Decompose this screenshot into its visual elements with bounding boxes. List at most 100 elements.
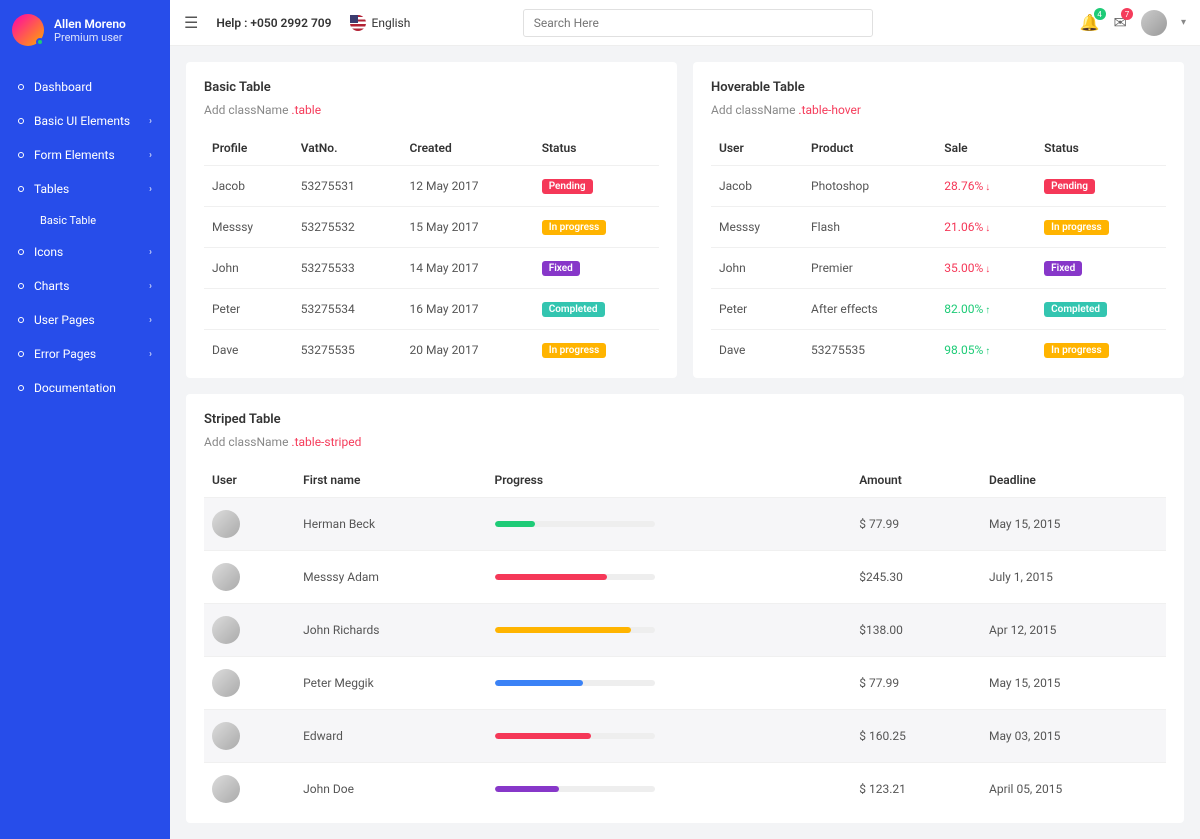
progress-bar: [495, 680, 655, 686]
nav-item-documentation[interactable]: Documentation: [0, 371, 170, 405]
card-title: Basic Table: [204, 80, 659, 95]
arrow-up-icon: ↑: [985, 346, 990, 357]
nav-item-form-elements[interactable]: Form Elements ›: [0, 138, 170, 172]
search-input[interactable]: [523, 9, 873, 37]
circle-icon: [18, 283, 24, 289]
status-badge: Fixed: [542, 261, 580, 276]
status-badge: In progress: [1044, 343, 1109, 358]
bell-icon[interactable]: 🔔4: [1080, 13, 1100, 32]
table-row[interactable]: JacobPhotoshop28.76%↓Pending: [711, 166, 1166, 207]
nav-label: User Pages: [34, 313, 95, 327]
help-text: Help : +050 2992 709: [216, 16, 331, 30]
card-subtitle: Add className .table: [204, 103, 659, 117]
nav-item-basic-ui-elements[interactable]: Basic UI Elements›: [0, 104, 170, 138]
mail-icon[interactable]: ✉7: [1114, 13, 1127, 32]
sidebar: Allen Moreno Premium user Dashboard Basic…: [0, 0, 170, 839]
status-badge: In progress: [542, 343, 607, 358]
col-header: Status: [534, 131, 659, 166]
user-avatar: [212, 669, 240, 697]
mail-badge: 7: [1121, 8, 1133, 20]
nav-item-tables[interactable]: Tables›: [0, 172, 170, 206]
circle-icon: [18, 385, 24, 391]
card-title: Striped Table: [204, 412, 1166, 427]
search-box: [523, 9, 873, 37]
table-row[interactable]: MesssyFlash21.06%↓In progress: [711, 207, 1166, 248]
profile-role: Premium user: [54, 31, 126, 44]
status-badge: Completed: [1044, 302, 1107, 317]
col-header: Product: [803, 131, 936, 166]
table-row[interactable]: JohnPremier35.00%↓Fixed: [711, 248, 1166, 289]
progress-bar: [495, 786, 655, 792]
card-subtitle: Add className .table-striped: [204, 435, 1166, 449]
user-avatar: [212, 563, 240, 591]
arrow-down-icon: ↓: [985, 182, 990, 193]
user-avatar: [212, 722, 240, 750]
table-row: Peter5327553416 May 2017Completed: [204, 289, 659, 330]
table-row: John Doe$ 123.21April 05, 2015: [204, 763, 1166, 816]
user-avatar: [212, 510, 240, 538]
sale-value: 98.05%↑: [944, 343, 990, 357]
flag-icon: [350, 15, 366, 31]
table-row: Dave5327553520 May 2017In progress: [204, 330, 659, 371]
table-row: John5327553314 May 2017Fixed: [204, 248, 659, 289]
chevron-right-icon: ›: [149, 349, 152, 360]
chevron-down-icon[interactable]: ▾: [1181, 17, 1186, 28]
sale-value: 35.00%↓: [944, 261, 990, 275]
nav-label: Charts: [34, 279, 69, 293]
avatar: [12, 14, 44, 46]
table-row[interactable]: PeterAfter effects82.00%↑Completed: [711, 289, 1166, 330]
status-dot-icon: [36, 38, 44, 46]
progress-bar: [495, 521, 655, 527]
chevron-right-icon: ›: [149, 150, 152, 161]
striped-table: UserFirst nameProgressAmountDeadline Her…: [204, 463, 1166, 815]
table-row: John Richards$138.00Apr 12, 2015: [204, 604, 1166, 657]
status-badge: In progress: [542, 220, 607, 235]
chevron-right-icon: ›: [149, 315, 152, 326]
user-avatar: [212, 616, 240, 644]
bell-badge: 4: [1094, 8, 1106, 20]
nav-item-user-pages[interactable]: User Pages ›: [0, 303, 170, 337]
chevron-right-icon: ›: [149, 116, 152, 127]
progress-bar: [495, 733, 655, 739]
nav: DashboardBasic UI Elements›Form Elements…: [0, 60, 170, 415]
striped-table-card: Striped Table Add className .table-strip…: [186, 394, 1184, 823]
col-header: Status: [1036, 131, 1166, 166]
basic-table: ProfileVatNo.CreatedStatus Jacob53275531…: [204, 131, 659, 370]
nav-label: Dashboard: [34, 80, 92, 94]
nav-item-icons[interactable]: Icons›: [0, 235, 170, 269]
hover-table-card: Hoverable Table Add className .table-hov…: [693, 62, 1184, 378]
circle-icon: [18, 118, 24, 124]
sale-value: 21.06%↓: [944, 220, 990, 234]
sale-value: 82.00%↑: [944, 302, 990, 316]
chevron-right-icon: ›: [149, 281, 152, 292]
nav-sub-basic-table[interactable]: Basic Table: [0, 206, 170, 235]
menu-icon[interactable]: ☰: [184, 13, 198, 32]
circle-icon: [18, 84, 24, 90]
card-title: Hoverable Table: [711, 80, 1166, 95]
table-row: Edward$ 160.25May 03, 2015: [204, 710, 1166, 763]
circle-icon: [18, 186, 24, 192]
language-label: English: [372, 16, 411, 30]
chevron-right-icon: ›: [149, 184, 152, 195]
col-header: Created: [402, 131, 534, 166]
table-row[interactable]: Dave5327553598.05%↑In progress: [711, 330, 1166, 371]
col-header: Amount: [851, 463, 981, 498]
circle-icon: [18, 317, 24, 323]
nav-label: Form Elements: [34, 148, 115, 162]
status-badge: Pending: [542, 179, 593, 194]
profile-block[interactable]: Allen Moreno Premium user: [0, 0, 170, 60]
topbar: ☰ Help : +050 2992 709 English 🔔4 ✉7 ▾: [170, 0, 1200, 46]
col-header: Progress: [487, 463, 852, 498]
nav-item-dashboard[interactable]: Dashboard: [0, 70, 170, 104]
col-header: VatNo.: [293, 131, 402, 166]
chevron-right-icon: ›: [149, 247, 152, 258]
circle-icon: [18, 249, 24, 255]
col-header: Profile: [204, 131, 293, 166]
table-row: Messsy Adam$245.30July 1, 2015: [204, 551, 1166, 604]
status-badge: Completed: [542, 302, 605, 317]
nav-item-charts[interactable]: Charts ›: [0, 269, 170, 303]
top-avatar[interactable]: [1141, 10, 1167, 36]
table-row: Jacob5327553112 May 2017Pending: [204, 166, 659, 207]
nav-item-error-pages[interactable]: Error Pages›: [0, 337, 170, 371]
language-select[interactable]: English: [350, 15, 411, 31]
